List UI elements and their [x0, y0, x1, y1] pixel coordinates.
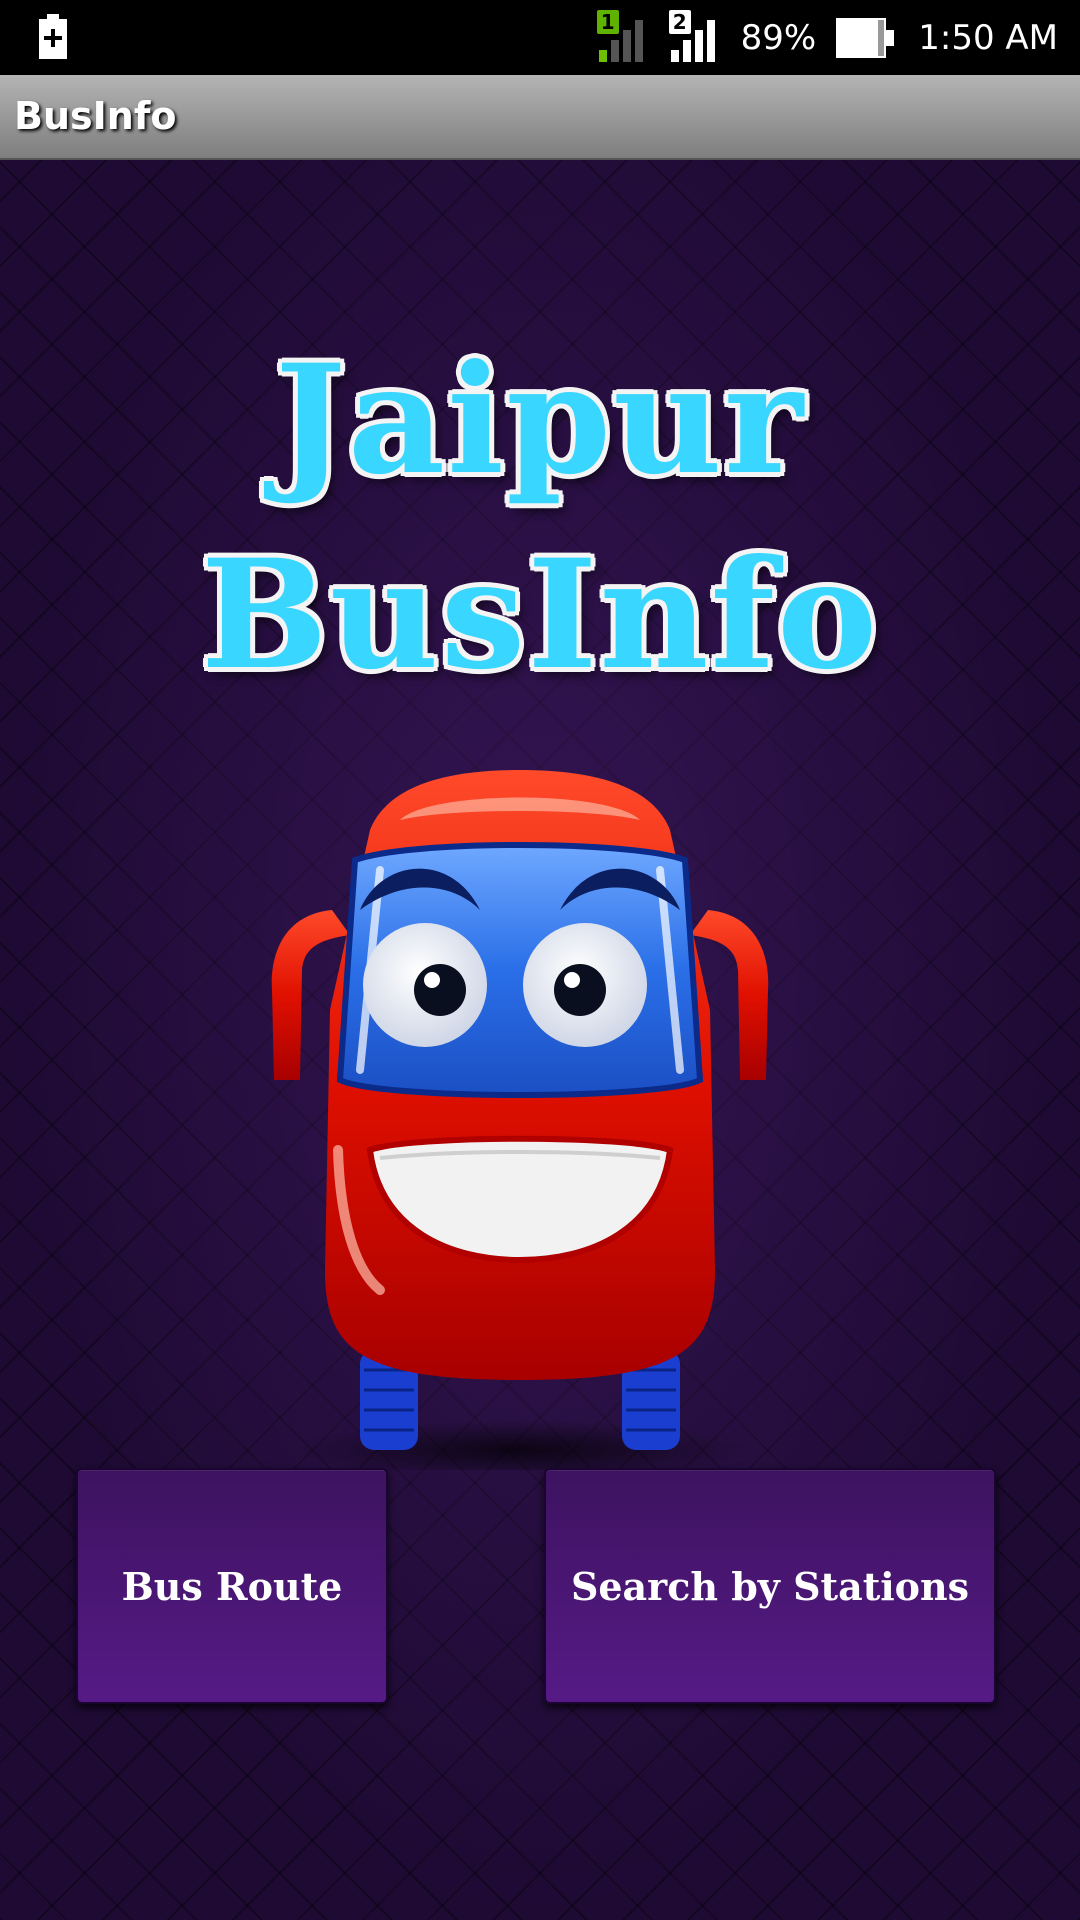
search-by-stations-button[interactable]: Search by Stations [544, 1468, 996, 1704]
status-bar: 1 2 89% 1:50 AM [0, 0, 1080, 75]
battery-percentage: 89% [740, 17, 817, 58]
main-content: Jaipur BusInfo Bus Route Search by Stati… [0, 160, 1080, 1920]
sim2-signal-icon: 2 [668, 9, 727, 66]
bus-route-button[interactable]: Bus Route [76, 1468, 388, 1704]
logo-title-line1: Jaipur [274, 332, 806, 508]
app-title: BusInfo [14, 94, 177, 138]
clock: 1:50 AM [918, 17, 1058, 58]
bus-route-label: Bus Route [121, 1563, 343, 1609]
battery-charging-icon [39, 14, 67, 59]
sim1-signal-icon: 1 [596, 9, 655, 66]
search-by-stations-label: Search by Stations [570, 1563, 970, 1609]
logo-title-line2: BusInfo [200, 527, 880, 703]
bus-mascot-icon [271, 770, 769, 1470]
action-bar: BusInfo [0, 75, 1080, 160]
sim2-label: 2 [668, 9, 691, 34]
sim1-label: 1 [596, 9, 619, 34]
battery-icon [836, 17, 895, 58]
